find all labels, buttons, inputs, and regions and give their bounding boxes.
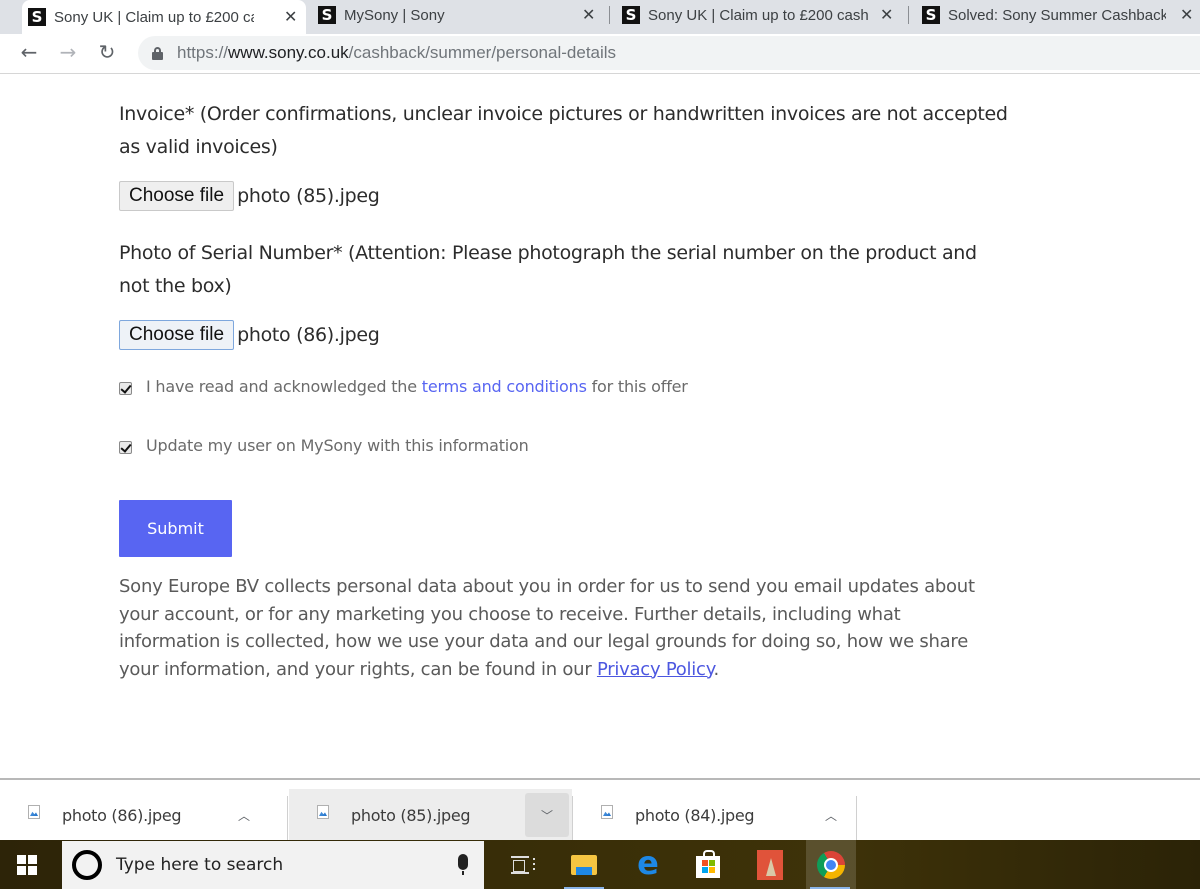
tab-title: MySony | Sony xyxy=(344,6,445,24)
reload-icon[interactable]: ↻ xyxy=(94,40,120,64)
download-item[interactable]: photo (86).jpeg ︿ xyxy=(0,789,288,841)
tab-strip: S Sony UK | Claim up to £200 cashb ✕ S M… xyxy=(0,0,1200,34)
image-file-icon xyxy=(601,805,613,819)
chevron-up-icon[interactable]: ︿ xyxy=(809,793,853,837)
chrome-button[interactable] xyxy=(806,840,856,889)
file-explorer-button[interactable] xyxy=(560,840,608,889)
invoice-filename: photo (85).jpeg xyxy=(237,185,380,207)
sony-favicon-icon: S xyxy=(922,6,940,24)
privacy-policy-link[interactable]: Privacy Policy xyxy=(597,659,714,680)
windows-logo-icon xyxy=(17,854,37,875)
edge-icon: e xyxy=(637,843,659,882)
microphone-icon[interactable] xyxy=(458,854,468,875)
privacy-notice: Sony Europe BV collects personal data ab… xyxy=(119,576,975,680)
forward-arrow-icon[interactable]: → xyxy=(55,40,81,64)
browser-toolbar: ← → ↻ https://www.sony.co.uk/cashback/su… xyxy=(0,34,1200,74)
download-filename: photo (84).jpeg xyxy=(635,805,755,825)
invoice-file-input[interactable]: Choose file photo (85).jpeg xyxy=(119,181,380,211)
download-shelf: photo (86).jpeg ︿ photo (85).jpeg ﹀ phot… xyxy=(0,778,1200,842)
serial-choose-file-button[interactable]: Choose file xyxy=(119,320,235,350)
close-tab-icon[interactable]: ✕ xyxy=(582,5,595,25)
image-file-icon xyxy=(317,805,329,819)
store-button[interactable] xyxy=(684,840,732,889)
sony-favicon-icon: S xyxy=(28,8,46,26)
task-view-icon xyxy=(511,855,535,874)
tab-separator xyxy=(908,6,909,24)
tab-sony-cashback-1[interactable]: S Sony UK | Claim up to £200 cashb ✕ xyxy=(22,0,306,34)
folder-icon xyxy=(571,854,597,875)
sketchbook-icon xyxy=(757,849,783,880)
terms-link[interactable]: terms and conditions xyxy=(422,377,587,396)
search-placeholder: Type here to search xyxy=(116,855,284,875)
page-content: Invoice* (Order confirmations, unclear i… xyxy=(0,75,1200,778)
close-tab-icon[interactable]: ✕ xyxy=(284,7,297,27)
close-tab-icon[interactable]: ✕ xyxy=(880,5,893,25)
tab-solved-sony[interactable]: S Solved: Sony Summer Cashback - ✕ xyxy=(922,0,1200,30)
terms-checkbox[interactable] xyxy=(119,381,132,395)
sketchbook-button[interactable] xyxy=(746,840,794,889)
serial-file-input[interactable]: Choose file photo (86).jpeg xyxy=(119,320,380,350)
image-file-icon xyxy=(28,805,40,819)
update-mysony-checkbox[interactable] xyxy=(119,440,132,454)
download-filename: photo (86).jpeg xyxy=(62,805,182,825)
download-filename: photo (85).jpeg xyxy=(351,805,471,825)
store-icon xyxy=(696,849,720,878)
terms-text: I have read and acknowledged the terms a… xyxy=(146,377,688,396)
cortana-icon[interactable] xyxy=(72,850,102,880)
tab-title: Sony UK | Claim up to £200 cashb xyxy=(54,8,254,26)
download-separator xyxy=(287,796,288,842)
tab-sony-cashback-2[interactable]: S Sony UK | Claim up to £200 cashb ✕ xyxy=(622,0,902,30)
back-arrow-icon[interactable]: ← xyxy=(16,40,42,64)
update-mysony-text: Update my user on MySony with this infor… xyxy=(146,436,529,455)
taskbar-search-box[interactable]: Type here to search xyxy=(62,841,484,889)
url-text: https://www.sony.co.uk/cashback/summer/p… xyxy=(177,43,617,62)
invoice-label: Invoice* (Order confirmations, unclear i… xyxy=(119,103,1008,158)
download-item[interactable]: photo (85).jpeg ﹀ xyxy=(289,789,572,841)
invoice-choose-file-button[interactable]: Choose file xyxy=(119,181,235,211)
lock-icon[interactable] xyxy=(152,46,163,60)
chevron-down-icon[interactable]: ﹀ xyxy=(525,793,569,837)
chrome-icon xyxy=(817,850,845,879)
serial-filename: photo (86).jpeg xyxy=(237,324,380,346)
windows-taskbar: Type here to search e xyxy=(0,840,1200,889)
close-tab-icon[interactable]: ✕ xyxy=(1180,5,1193,25)
serial-label: Photo of Serial Number* (Attention: Plea… xyxy=(119,242,977,297)
tab-title: Sony UK | Claim up to £200 cashb xyxy=(648,6,868,24)
download-item[interactable]: photo (84).jpeg ︿ xyxy=(573,789,856,841)
chevron-up-icon[interactable]: ︿ xyxy=(222,793,266,837)
edge-button[interactable]: e xyxy=(624,840,672,889)
update-mysony-row: Update my user on MySony with this infor… xyxy=(119,436,529,455)
download-separator xyxy=(856,796,857,842)
terms-row: I have read and acknowledged the terms a… xyxy=(119,377,688,396)
tab-mysony[interactable]: S MySony | Sony ✕ xyxy=(318,0,608,30)
sony-favicon-icon: S xyxy=(622,6,640,24)
start-button[interactable] xyxy=(0,840,54,889)
task-view-button[interactable] xyxy=(496,840,544,889)
sony-favicon-icon: S xyxy=(318,6,336,24)
submit-button[interactable]: Submit xyxy=(119,500,232,557)
tab-title: Solved: Sony Summer Cashback - xyxy=(948,6,1166,24)
address-bar[interactable]: https://www.sony.co.uk/cashback/summer/p… xyxy=(138,36,1200,70)
tab-separator xyxy=(609,6,610,24)
